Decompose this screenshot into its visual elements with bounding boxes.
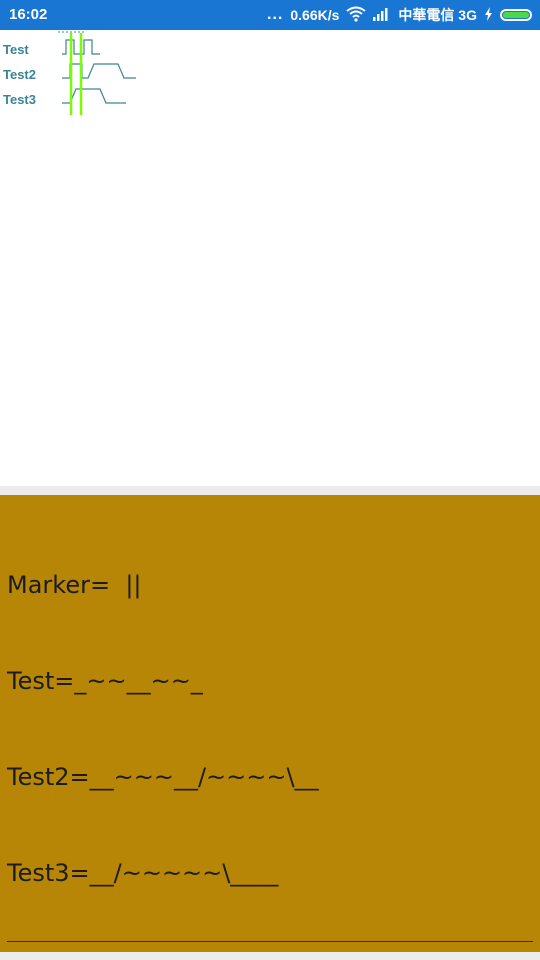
trace-test2 xyxy=(62,63,136,79)
signal-icon xyxy=(373,7,391,24)
carrier-label: 中華電信 3G xyxy=(398,7,477,23)
waveform-canvas xyxy=(58,31,136,115)
status-bar: 16:02 ... 0.66K/s 中華電信 3G xyxy=(0,0,540,30)
wifi-icon xyxy=(346,6,367,25)
text-line-test: Test=_~~__~~_ xyxy=(7,667,203,695)
status-right-group: ... 0.66K/s 中華電信 3G xyxy=(267,0,532,30)
text-field-underline xyxy=(7,941,533,942)
status-time: 16:02 xyxy=(9,6,48,23)
charging-icon xyxy=(484,6,493,24)
text-line-test2: Test2=__~~~__/~~~~\__ xyxy=(7,763,319,791)
signal-text-content[interactable]: Marker= || Test=_~~__~~_ Test2=__~~~__/~… xyxy=(7,505,319,953)
text-panel[interactable]: Marker= || Test=_~~__~~_ Test2=__~~~__/~… xyxy=(0,495,540,952)
waveform-view[interactable]: Test Test2 Test3 xyxy=(0,30,540,486)
battery-icon xyxy=(500,9,532,21)
more-dots: ... xyxy=(267,6,284,23)
text-line-marker: Marker= || xyxy=(7,571,142,599)
network-speed: 0.66K/s xyxy=(290,7,340,23)
text-line-test3: Test3=__/~~~~~\____ xyxy=(7,859,279,887)
